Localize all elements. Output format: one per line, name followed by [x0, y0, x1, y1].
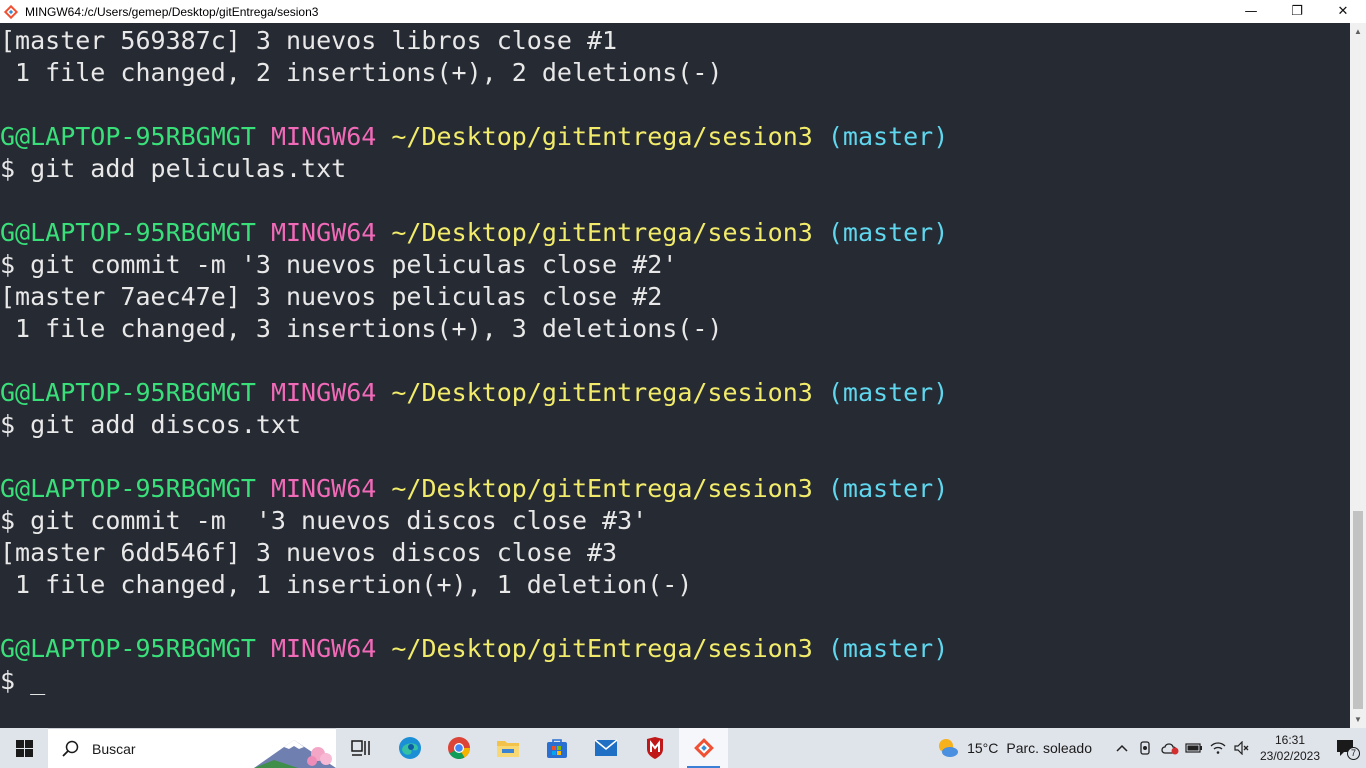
prompt-branch: (master) — [827, 218, 949, 247]
scroll-down-arrow-icon[interactable]: ▼ — [1350, 711, 1366, 728]
minimize-button[interactable]: — — [1228, 0, 1274, 23]
system-tray: 15°C Parc. soleado 16:31 23/02/2023 7 — [937, 728, 1366, 768]
prompt-path: ~/Desktop/gitEntrega/sesion3 — [391, 634, 813, 663]
prompt-branch: (master) — [827, 122, 949, 151]
start-button[interactable] — [0, 728, 48, 768]
wifi-icon[interactable] — [1206, 728, 1230, 768]
search-icon — [62, 740, 80, 758]
maximize-button[interactable]: ❐ — [1274, 0, 1320, 23]
prompt-user-host: G@LAPTOP-95RBGMGT — [0, 218, 256, 247]
weather-description: Parc. soleado — [1006, 740, 1092, 756]
prompt-path: ~/Desktop/gitEntrega/sesion3 — [391, 378, 813, 407]
prompt-path: ~/Desktop/gitEntrega/sesion3 — [391, 122, 813, 151]
battery-icon[interactable] — [1182, 728, 1206, 768]
prompt-msystem: MINGW64 — [270, 122, 377, 151]
output-line: $ git add peliculas.txt — [0, 154, 347, 183]
notification-center-icon[interactable]: 7 — [1326, 728, 1366, 768]
windows-logo-icon — [15, 739, 33, 757]
close-button[interactable]: ✕ — [1320, 0, 1366, 23]
prompt-branch: (master) — [827, 634, 949, 663]
prompt-line: G@LAPTOP-95RBGMGT MINGW64 ~/Desktop/gitE… — [0, 473, 1350, 505]
prompt-branch: (master) — [827, 378, 949, 407]
prompt-user-host: G@LAPTOP-95RBGMGT — [0, 634, 256, 663]
chrome-icon[interactable] — [434, 728, 483, 768]
meet-now-icon[interactable] — [1134, 728, 1158, 768]
output-line: [master 569387c] 3 nuevos libros close #… — [0, 26, 618, 55]
partly-sunny-icon — [937, 737, 959, 759]
prompt-line: G@LAPTOP-95RBGMGT MINGW64 ~/Desktop/gitE… — [0, 121, 1350, 153]
terminal-scrollbar[interactable]: ▲ ▼ — [1350, 23, 1366, 728]
input-line: $ _ — [0, 665, 1350, 697]
git-bash-app-icon — [3, 4, 19, 20]
prompt-msystem: MINGW64 — [270, 218, 377, 247]
taskbar-search-box[interactable]: Buscar — [48, 728, 336, 768]
prompt-msystem: MINGW64 — [270, 474, 377, 503]
mail-icon[interactable] — [581, 728, 630, 768]
volume-muted-icon[interactable] — [1230, 728, 1254, 768]
output-line: $ git commit -m '3 nuevos discos close #… — [0, 506, 648, 535]
clock-date: 23/02/2023 — [1259, 749, 1321, 763]
output-line: $ git commit -m '3 nuevos peliculas clos… — [0, 250, 678, 279]
output-line: [master 6dd546f] 3 nuevos discos close #… — [0, 538, 618, 567]
window-controls: — ❐ ✕ — [1228, 0, 1366, 23]
weather-widget[interactable]: 15°C Parc. soleado — [937, 737, 1092, 759]
terminal-output[interactable]: [master 569387c] 3 nuevos libros close #… — [0, 23, 1350, 728]
output-line: 1 file changed, 2 insertions(+), 2 delet… — [0, 58, 723, 87]
scroll-thumb[interactable] — [1353, 511, 1363, 709]
prompt-user-host: G@LAPTOP-95RBGMGT — [0, 474, 256, 503]
output-line: [master 7aec47e] 3 nuevos peliculas clos… — [0, 282, 663, 311]
git-bash-icon[interactable] — [679, 728, 728, 768]
mcafee-icon[interactable] — [630, 728, 679, 768]
prompt-path: ~/Desktop/gitEntrega/sesion3 — [391, 218, 813, 247]
cloud-sync-error-icon[interactable] — [1158, 728, 1182, 768]
edge-icon[interactable] — [385, 728, 434, 768]
taskbar: Buscar 15°C Parc. soleado 16:31 23/02/20… — [0, 728, 1366, 768]
prompt-line: G@LAPTOP-95RBGMGT MINGW64 ~/Desktop/gitE… — [0, 633, 1350, 665]
microsoft-store-icon[interactable] — [532, 728, 581, 768]
terminal-cursor: _ — [30, 666, 46, 695]
search-highlight-mountain-icon — [254, 728, 336, 768]
task-view-icon[interactable] — [336, 728, 385, 768]
prompt-line: G@LAPTOP-95RBGMGT MINGW64 ~/Desktop/gitE… — [0, 217, 1350, 249]
taskbar-clock[interactable]: 16:31 23/02/2023 — [1254, 732, 1326, 764]
prompt-msystem: MINGW64 — [270, 634, 377, 663]
prompt-msystem: MINGW64 — [270, 378, 377, 407]
prompt-path: ~/Desktop/gitEntrega/sesion3 — [391, 474, 813, 503]
window-title: MINGW64:/c/Users/gemep/Desktop/gitEntreg… — [25, 4, 319, 19]
chevron-up-icon[interactable] — [1110, 728, 1134, 768]
search-placeholder: Buscar — [92, 740, 136, 757]
output-line: 1 file changed, 1 insertion(+), 1 deleti… — [0, 570, 693, 599]
clock-time: 16:31 — [1274, 733, 1306, 747]
file-explorer-icon[interactable] — [483, 728, 532, 768]
scroll-up-arrow-icon[interactable]: ▲ — [1350, 23, 1366, 40]
output-line: 1 file changed, 3 insertions(+), 3 delet… — [0, 314, 723, 343]
output-line: $ git add discos.txt — [0, 410, 302, 439]
title-bar: MINGW64:/c/Users/gemep/Desktop/gitEntreg… — [0, 0, 1366, 23]
prompt-line: G@LAPTOP-95RBGMGT MINGW64 ~/Desktop/gitE… — [0, 377, 1350, 409]
weather-temperature: 15°C — [967, 740, 999, 756]
input-prompt: $ — [0, 666, 31, 695]
prompt-branch: (master) — [827, 474, 949, 503]
prompt-user-host: G@LAPTOP-95RBGMGT — [0, 122, 256, 151]
prompt-user-host: G@LAPTOP-95RBGMGT — [0, 378, 256, 407]
notification-count-badge: 7 — [1347, 747, 1360, 760]
